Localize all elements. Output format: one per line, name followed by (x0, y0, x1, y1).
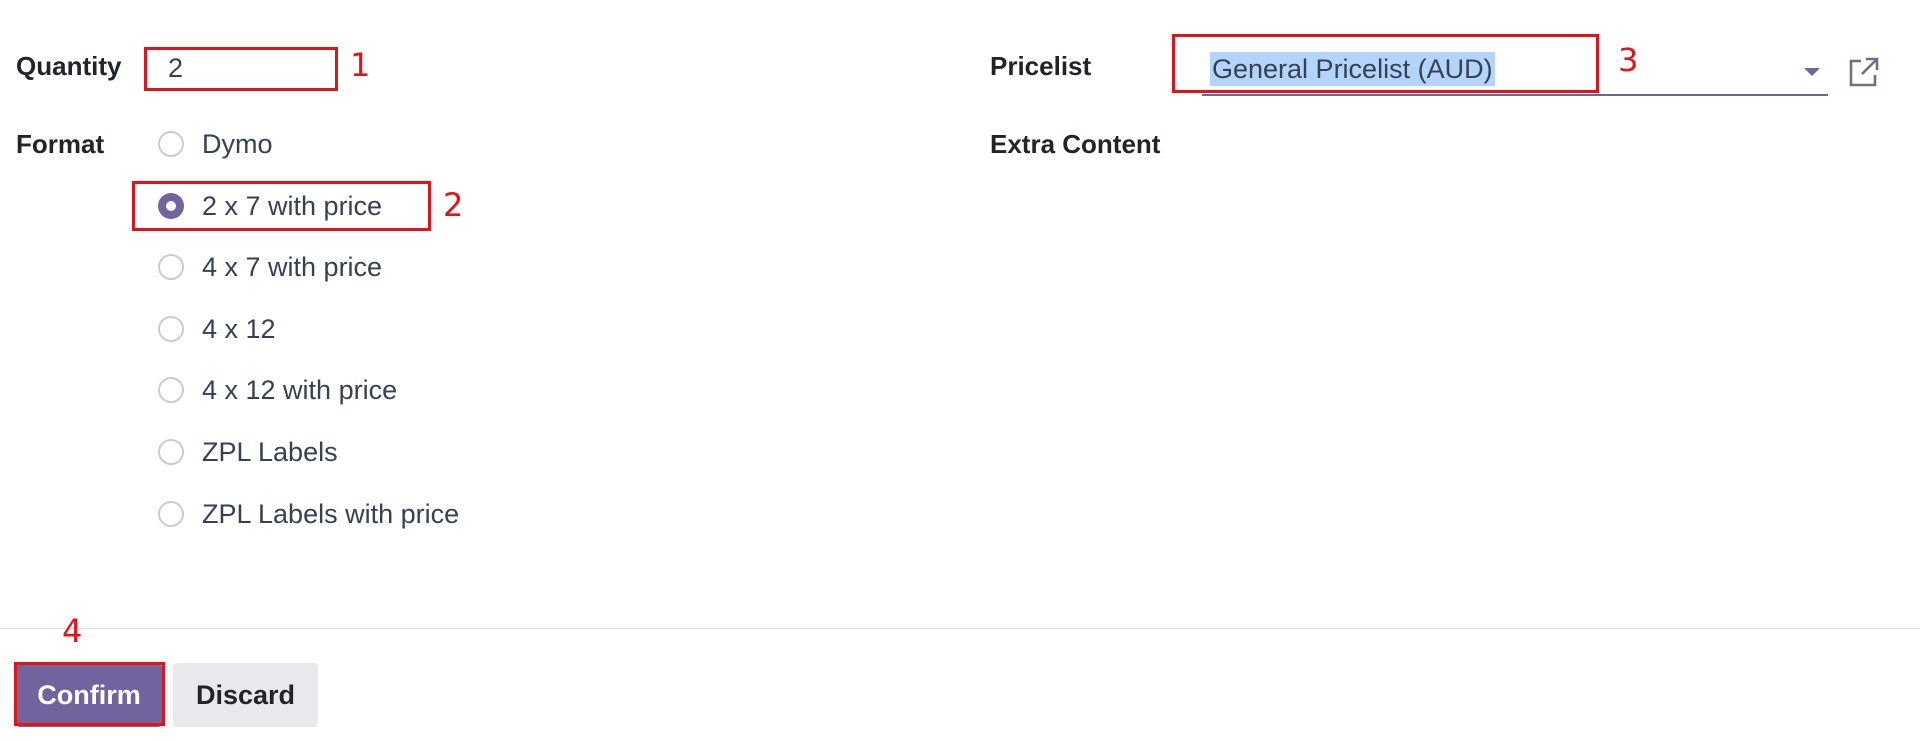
pricelist-value[interactable]: General Pricelist (AUD) (1210, 52, 1495, 86)
format-option-label: Dymo (202, 128, 273, 159)
quantity-label: Quantity (16, 51, 122, 81)
external-link-icon[interactable] (1847, 55, 1881, 89)
format-option-zpl-labels-with-price[interactable]: ZPL Labels with price (158, 494, 459, 534)
confirm-button[interactable]: Confirm (16, 663, 162, 727)
format-option-2x7-with-price[interactable]: 2 x 7 with price (158, 186, 382, 226)
radio-button[interactable] (158, 377, 184, 403)
discard-button[interactable]: Discard (173, 663, 318, 727)
annotation-number-2: 2 (443, 186, 464, 224)
format-option-zpl-labels[interactable]: ZPL Labels (158, 432, 338, 472)
radio-button[interactable] (158, 316, 184, 342)
format-option-label: 4 x 12 (202, 313, 276, 344)
annotation-number-3: 3 (1618, 41, 1639, 79)
extra-content-label: Extra Content (990, 129, 1161, 159)
format-label: Format (16, 129, 105, 159)
radio-button[interactable] (158, 439, 184, 465)
caret-down-icon[interactable] (1804, 68, 1820, 76)
pricelist-select[interactable]: General Pricelist (AUD) (1202, 46, 1828, 96)
format-option-dymo[interactable]: Dymo (158, 124, 273, 164)
format-option-label: 2 x 7 with price (202, 190, 383, 221)
format-option-label: ZPL Labels with price (202, 498, 460, 529)
footer-divider (0, 628, 1920, 629)
format-option-4x12-with-price[interactable]: 4 x 12 with price (158, 370, 397, 410)
format-option-label: ZPL Labels (202, 436, 338, 467)
format-option-4x12[interactable]: 4 x 12 (158, 309, 276, 349)
annotation-number-4: 4 (62, 612, 83, 650)
radio-button[interactable] (158, 131, 184, 157)
radio-button-selected[interactable] (158, 193, 184, 219)
format-option-label: 4 x 7 with price (202, 251, 383, 282)
annotation-number-1: 1 (350, 46, 371, 84)
pricelist-label: Pricelist (990, 51, 1092, 81)
radio-button[interactable] (158, 501, 184, 527)
format-option-label: 4 x 12 with price (202, 374, 398, 405)
radio-button[interactable] (158, 254, 184, 280)
format-option-4x7-with-price[interactable]: 4 x 7 with price (158, 247, 382, 287)
quantity-input[interactable]: 2 (144, 47, 337, 89)
